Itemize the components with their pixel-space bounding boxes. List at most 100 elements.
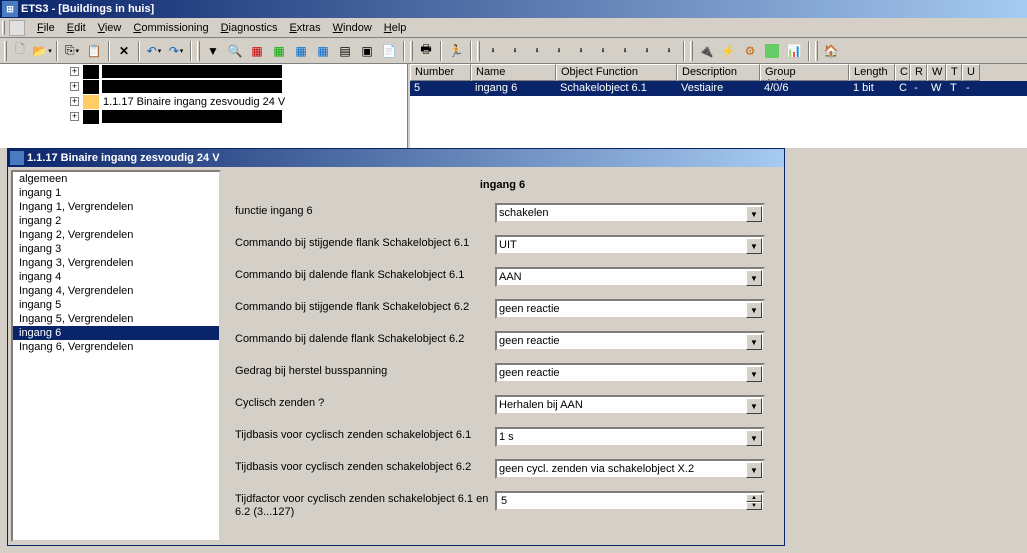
settings-button[interactable]: ⚙ bbox=[739, 40, 761, 62]
menu-view[interactable]: View bbox=[92, 20, 128, 36]
flash-button[interactable]: ⚡ bbox=[717, 40, 739, 62]
expand-icon[interactable]: + bbox=[70, 112, 79, 121]
view-list-button[interactable]: ▤ bbox=[334, 40, 356, 62]
expand-icon[interactable]: + bbox=[70, 67, 79, 76]
col-length[interactable]: Length bbox=[849, 64, 895, 81]
category-item[interactable]: ingang 1 bbox=[13, 186, 219, 200]
object-list[interactable]: NumberNameObject FunctionDescriptionGrou… bbox=[410, 64, 1027, 148]
paste-button[interactable]: 📋 bbox=[83, 40, 105, 62]
open-button[interactable]: 📂 bbox=[31, 40, 53, 62]
category-item[interactable]: Ingang 6, Vergrendelen bbox=[13, 340, 219, 354]
chevron-down-icon[interactable]: ▼ bbox=[746, 238, 762, 254]
param-combo[interactable]: 1 s▼ bbox=[495, 427, 765, 447]
param-combo[interactable]: geen reactie▼ bbox=[495, 299, 765, 319]
category-item[interactable]: Ingang 4, Vergrendelen bbox=[13, 284, 219, 298]
dl7-button[interactable]: ⬇ bbox=[614, 40, 636, 62]
category-item[interactable]: ingang 3 bbox=[13, 242, 219, 256]
redo-button[interactable]: ↷ bbox=[165, 40, 187, 62]
tree-item[interactable]: + bbox=[0, 64, 407, 79]
col-group-addresses[interactable]: Group Addresses bbox=[760, 64, 849, 81]
menu-commissioning[interactable]: Commissioning bbox=[127, 20, 214, 36]
dl5-button[interactable]: ⬇ bbox=[570, 40, 592, 62]
chevron-down-icon[interactable]: ▼ bbox=[746, 366, 762, 382]
home-button[interactable]: 🏠 bbox=[820, 40, 842, 62]
param-combo[interactable]: geen reactie▼ bbox=[495, 331, 765, 351]
dl9-button[interactable]: ⬇ bbox=[658, 40, 680, 62]
toolbar-grip[interactable] bbox=[4, 41, 7, 61]
tree-item[interactable]: + bbox=[0, 79, 407, 94]
param-combo[interactable]: schakelen▼ bbox=[495, 203, 765, 223]
col-w[interactable]: W bbox=[927, 64, 946, 81]
view-red-button[interactable]: ▦ bbox=[246, 40, 268, 62]
param-spinner[interactable]: 5▲▼ bbox=[495, 491, 765, 511]
menu-file[interactable]: File bbox=[31, 20, 61, 36]
print-button[interactable]: 🖶 bbox=[415, 40, 437, 62]
chevron-down-icon[interactable]: ▼ bbox=[746, 334, 762, 350]
menu-diagnostics[interactable]: Diagnostics bbox=[215, 20, 284, 36]
category-item[interactable]: ingang 5 bbox=[13, 298, 219, 312]
spin-up-icon[interactable]: ▲ bbox=[746, 494, 762, 502]
spin-down-icon[interactable]: ▼ bbox=[746, 502, 762, 510]
category-item[interactable]: Ingang 3, Vergrendelen bbox=[13, 256, 219, 270]
col-c[interactable]: C bbox=[895, 64, 910, 81]
device-tree[interactable]: +++1.1.17 Binaire ingang zesvoudig 24 V+ bbox=[0, 64, 408, 148]
object-row[interactable]: 5ingang 6Schakelobject 6.1Vestiaire4/0/6… bbox=[410, 81, 1027, 96]
chart-button[interactable]: 📊 bbox=[783, 40, 805, 62]
category-item[interactable]: algemeen bbox=[13, 172, 219, 186]
menubar-grip[interactable] bbox=[2, 21, 5, 35]
view-blue-button[interactable]: ▦ bbox=[290, 40, 312, 62]
category-item[interactable]: Ingang 1, Vergrendelen bbox=[13, 200, 219, 214]
col-name[interactable]: Name bbox=[471, 64, 556, 81]
dl8-button[interactable]: ⬇ bbox=[636, 40, 658, 62]
dl3-button[interactable]: ⬇ bbox=[526, 40, 548, 62]
monitor-button[interactable] bbox=[761, 40, 783, 62]
copy-button[interactable]: ⎘ bbox=[61, 40, 83, 62]
col-u[interactable]: U bbox=[962, 64, 980, 81]
dialog-titlebar[interactable]: 1.1.17 Binaire ingang zesvoudig 24 V bbox=[8, 149, 784, 167]
menu-edit[interactable]: Edit bbox=[61, 20, 92, 36]
param-combo[interactable]: UIT▼ bbox=[495, 235, 765, 255]
expand-icon[interactable]: + bbox=[70, 97, 79, 106]
category-item[interactable]: Ingang 2, Vergrendelen bbox=[13, 228, 219, 242]
chevron-down-icon[interactable]: ▼ bbox=[746, 206, 762, 222]
menu-window[interactable]: Window bbox=[327, 20, 378, 36]
filter-button[interactable]: ▼ bbox=[202, 40, 224, 62]
connect-button[interactable]: 🔌 bbox=[695, 40, 717, 62]
chevron-down-icon[interactable]: ▼ bbox=[746, 462, 762, 478]
chevron-down-icon[interactable]: ▼ bbox=[746, 270, 762, 286]
tree-item[interactable]: +1.1.17 Binaire ingang zesvoudig 24 V bbox=[0, 94, 407, 109]
col-number[interactable]: Number bbox=[410, 64, 471, 81]
param-combo[interactable]: geen cycl. zenden via schakelobject X.2▼ bbox=[495, 459, 765, 479]
param-combo[interactable]: AAN▼ bbox=[495, 267, 765, 287]
expand-icon[interactable]: + bbox=[70, 82, 79, 91]
param-combo[interactable]: Herhalen bij AAN▼ bbox=[495, 395, 765, 415]
delete-button[interactable]: ✕ bbox=[113, 40, 135, 62]
chevron-down-icon[interactable]: ▼ bbox=[746, 430, 762, 446]
menu-extras[interactable]: Extras bbox=[283, 20, 326, 36]
dl6-button[interactable]: ⬇ bbox=[592, 40, 614, 62]
col-t[interactable]: T bbox=[946, 64, 962, 81]
dl1-button[interactable]: ⬇ bbox=[482, 40, 504, 62]
new-button[interactable]: 🗋 bbox=[9, 40, 31, 62]
param-category-list[interactable]: algemeeningang 1Ingang 1, Vergrendelenin… bbox=[11, 170, 221, 542]
chevron-down-icon[interactable]: ▼ bbox=[746, 302, 762, 318]
run-button[interactable]: 🏃 bbox=[445, 40, 467, 62]
view-grid-button[interactable]: ▦ bbox=[312, 40, 334, 62]
menu-help[interactable]: Help bbox=[378, 20, 413, 36]
mdi-icon[interactable] bbox=[9, 20, 25, 36]
category-item[interactable]: ingang 6 bbox=[13, 326, 219, 340]
param-combo[interactable]: geen reactie▼ bbox=[495, 363, 765, 383]
category-item[interactable]: Ingang 5, Vergrendelen bbox=[13, 312, 219, 326]
view-green-button[interactable]: ▦ bbox=[268, 40, 290, 62]
catalog-button[interactable]: 📄 bbox=[378, 40, 400, 62]
col-object-function[interactable]: Object Function bbox=[556, 64, 677, 81]
view-win-button[interactable]: ▣ bbox=[356, 40, 378, 62]
col-r[interactable]: R bbox=[910, 64, 927, 81]
tree-item[interactable]: + bbox=[0, 109, 407, 124]
undo-button[interactable]: ↶ bbox=[143, 40, 165, 62]
col-description[interactable]: Description bbox=[677, 64, 760, 81]
category-item[interactable]: ingang 2 bbox=[13, 214, 219, 228]
dl4-button[interactable]: ⬇ bbox=[548, 40, 570, 62]
find-button[interactable]: 🔍 bbox=[224, 40, 246, 62]
dl2-button[interactable]: ⬇ bbox=[504, 40, 526, 62]
